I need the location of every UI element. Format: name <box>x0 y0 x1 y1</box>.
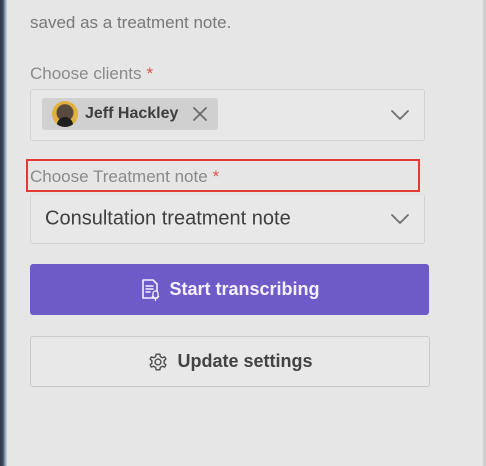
client-chip-name: Jeff Hackley <box>85 105 179 122</box>
start-transcribing-button[interactable]: Start transcribing <box>30 264 429 315</box>
highlight-annotation <box>26 159 420 192</box>
clients-label-text: Choose clients <box>30 64 142 83</box>
required-marker: * <box>146 64 154 83</box>
treatment-note-select[interactable]: Consultation treatment note <box>30 194 425 244</box>
client-avatar <box>52 101 78 127</box>
gear-icon <box>149 353 168 370</box>
close-icon[interactable] <box>192 106 208 122</box>
intro-text: saved as a treatment note. <box>30 13 232 32</box>
document-mic-icon <box>142 278 160 301</box>
window-left-edge <box>0 0 7 466</box>
clients-field-label: Choose clients * <box>30 64 153 84</box>
client-chip: Jeff Hackley <box>42 98 219 130</box>
clients-select[interactable]: Jeff Hackley <box>30 89 425 141</box>
transcription-panel: saved as a treatment note. Choose client… <box>7 0 483 466</box>
treatment-note-value: Consultation treatment note <box>45 207 291 230</box>
chevron-down-icon[interactable] <box>390 109 410 121</box>
update-settings-label: Update settings <box>177 351 313 371</box>
update-settings-button[interactable]: Update settings <box>30 336 430 387</box>
chevron-down-icon[interactable] <box>390 213 410 225</box>
start-transcribing-label: Start transcribing <box>169 279 320 299</box>
